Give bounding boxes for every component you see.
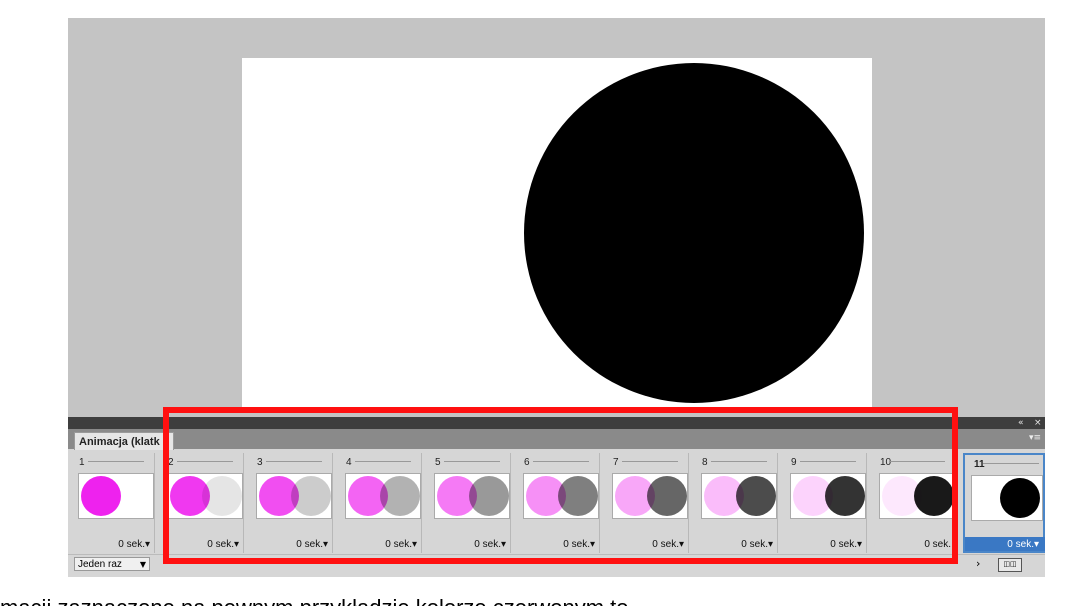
frame-number-rule <box>983 463 1039 464</box>
frame-thumbnail <box>971 475 1043 521</box>
caption-text: macji zaznaczone na pewnym przykładzie k… <box>0 590 1072 606</box>
animation-frame[interactable]: 1 0 sek.▾ <box>70 453 155 553</box>
close-icon[interactable]: × <box>1034 417 1042 429</box>
tab-animation[interactable]: Animacja (klatk <box>74 432 174 450</box>
panel-menu-icon[interactable]: ▾≡ <box>1029 433 1041 443</box>
loop-options-value: Jeden raz <box>78 559 122 570</box>
animation-frame[interactable]: 11 0 sek.▾ <box>963 453 1045 553</box>
chevron-right-icon[interactable]: › <box>976 557 980 570</box>
chevron-down-icon: ▼ <box>139 560 146 569</box>
frame-number-rule <box>88 461 144 462</box>
frame-delay-select[interactable]: 0 sek.▾ <box>1007 539 1039 550</box>
red-highlight-box <box>163 407 958 564</box>
black-circle-thumb <box>1000 478 1040 518</box>
frame-thumbnail <box>78 473 154 519</box>
loop-options-select[interactable]: Jeden raz ▼ <box>74 557 150 571</box>
frame-number: 11 <box>974 459 985 470</box>
frame-delay-select[interactable]: 0 sek.▾ <box>118 539 150 550</box>
black-circle-shape <box>524 63 864 403</box>
tween-icon[interactable]: ◫◫ <box>998 558 1022 572</box>
double-chevron-left-icon[interactable]: « <box>1018 417 1024 429</box>
frame-number: 1 <box>79 457 85 468</box>
